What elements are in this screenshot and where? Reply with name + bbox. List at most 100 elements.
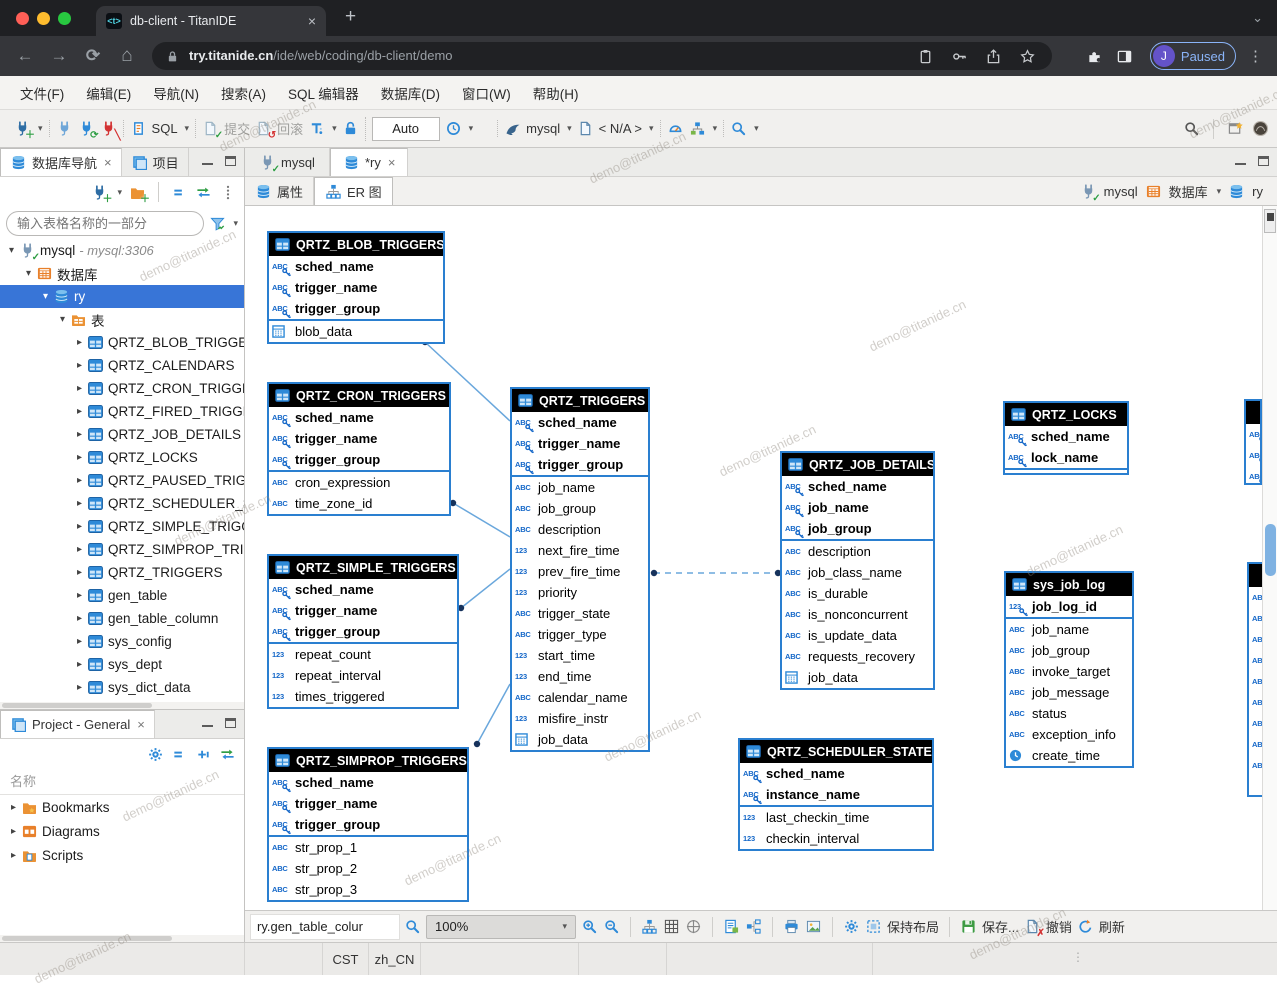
menu-item-3[interactable]: 搜索(A) (211, 79, 276, 107)
project-item-Bookmarks[interactable]: ▸Bookmarks (0, 795, 244, 819)
er-table-header[interactable]: QRTZ_SIMPROP_TRIGGERS (269, 749, 467, 772)
er-column-row[interactable]: ABCjob_class_name (782, 562, 933, 583)
tab-list-chevron-icon[interactable]: ⌄ (1252, 10, 1263, 26)
expander-icon[interactable]: ▾ (38, 291, 53, 302)
connect-icon[interactable] (56, 120, 73, 137)
reload-icon[interactable]: ⟳ (78, 46, 108, 66)
tree-item-gen_table_column[interactable]: ▸gen_table_column (0, 607, 244, 630)
project-name-column-header[interactable]: 名称 (0, 769, 244, 795)
address-bar[interactable]: try.titanide.cn/ide/web/coding/db-client… (152, 42, 1052, 70)
tree-item-QRTZ_SIMPLE_TRIGGERS[interactable]: ▸QRTZ_SIMPLE_TRIGGERS (0, 515, 244, 538)
expander-icon[interactable]: ▾ (55, 314, 70, 325)
perspective-icon[interactable] (1227, 120, 1244, 137)
clipboard-icon[interactable] (912, 48, 938, 65)
er-column-row[interactable]: ABCsched_name (269, 772, 467, 793)
er-column-row[interactable]: ABCsched_name (1005, 426, 1127, 447)
user-globe-icon[interactable] (1252, 120, 1269, 137)
tree-item-gen_table[interactable]: ▸gen_table (0, 584, 244, 607)
expand-icon[interactable] (195, 746, 212, 763)
active-connection-label[interactable]: mysql (526, 121, 560, 136)
maximize-panel-icon[interactable] (225, 156, 236, 166)
history-clock-icon[interactable] (445, 120, 462, 137)
tree-item-QRTZ_CALENDARS[interactable]: ▸QRTZ_CALENDARS (0, 354, 244, 377)
project-hscrollbar[interactable] (0, 935, 244, 942)
er-column-row[interactable]: 123misfire_instr (512, 708, 648, 729)
view-menu-dots-icon[interactable] (219, 184, 236, 201)
er-column-row[interactable]: ABCjob_group (512, 498, 648, 519)
close-icon[interactable]: × (104, 155, 112, 170)
sql-editor-dropdown[interactable]: ▾ (185, 123, 190, 134)
tree-item-表[interactable]: ▾表 (0, 308, 244, 331)
expander-icon[interactable]: ▸ (6, 826, 21, 837)
reconnect-icon[interactable]: ⟳ (78, 120, 95, 137)
er-table-header[interactable]: QRTZ_SIMPLE_TRIGGERS (269, 556, 457, 579)
er-column-row[interactable]: ABCtrigger_group (512, 454, 648, 475)
er-table-header[interactable]: QRTZ_CRON_TRIGGERS (269, 384, 449, 407)
commit-label[interactable]: 提交 (224, 119, 250, 138)
er-column-row[interactable]: ABCinstance_name (740, 784, 932, 805)
menu-item-4[interactable]: SQL 编辑器 (278, 79, 369, 107)
extensions-puzzle-icon[interactable] (1082, 48, 1108, 65)
new-connection-dropdown[interactable]: ▾ (38, 123, 43, 134)
er-column-row[interactable]: ABCstr_prop_1 (269, 837, 467, 858)
er-column-row[interactable]: ABCtrigger_group (269, 449, 449, 470)
er-column-row[interactable]: ABCtrigger_name (269, 600, 457, 621)
browser-menu-kebab-icon[interactable]: ⋮ (1248, 47, 1263, 65)
er-column-row[interactable]: ABCsched_name (269, 407, 449, 428)
print-diagram-icon[interactable] (783, 918, 800, 935)
close-icon[interactable]: × (388, 155, 396, 170)
selection-mode-icon[interactable] (865, 918, 882, 935)
browser-tab[interactable]: <t> db-client - TitanIDE × (96, 6, 326, 36)
export-image-icon[interactable] (805, 918, 822, 935)
er-table-header[interactable]: QRTZ_SCHEDULER_STATE (740, 740, 932, 763)
er-column-row[interactable]: ABCcron_expression (269, 472, 449, 493)
status-locale[interactable]: zh_CN (369, 943, 421, 975)
er-column-row[interactable]: 123start_time (512, 645, 648, 666)
er-table-QRTZ_SIMPLE_TRIGGERS[interactable]: QRTZ_SIMPLE_TRIGGERSABCsched_nameABCtrig… (267, 554, 459, 709)
er-column-row[interactable]: 123repeat_interval (269, 665, 457, 686)
refresh-icon[interactable] (1077, 918, 1094, 935)
expander-icon[interactable]: ▸ (72, 452, 87, 463)
tree-item-sys_dept[interactable]: ▸sys_dept (0, 653, 244, 676)
collapse-all-icon[interactable] (171, 184, 188, 201)
schema-doc-icon[interactable] (577, 120, 594, 137)
close-icon[interactable]: × (137, 717, 145, 732)
expander-icon[interactable]: ▾ (21, 268, 36, 279)
er-column-row[interactable]: ABCdescription (782, 541, 933, 562)
breadcrumb-database[interactable]: 数据库 (1169, 182, 1208, 201)
er-column-row[interactable]: 123repeat_count (269, 644, 457, 665)
er-column-row[interactable]: ABCtrigger_name (269, 428, 449, 449)
auto-layout-icon[interactable] (641, 918, 658, 935)
navigator-hscrollbar[interactable] (0, 702, 244, 709)
er-column-row[interactable]: ABCtrigger_name (269, 277, 443, 298)
er-column-row[interactable]: ABCtime_zone_id (269, 493, 449, 514)
er-table-header[interactable]: QRTZ_TRIGGERS (512, 389, 648, 412)
diagram-settings-gear-icon[interactable] (843, 918, 860, 935)
dashboard-gauge-icon[interactable] (667, 120, 684, 137)
expander-icon[interactable]: ▸ (6, 802, 21, 813)
menu-item-5[interactable]: 数据库(D) (371, 79, 450, 107)
toggle-grid-icon[interactable] (663, 918, 680, 935)
mysql-dolphin-icon[interactable] (504, 120, 521, 137)
tree-item-sys_config[interactable]: ▸sys_config (0, 630, 244, 653)
expander-icon[interactable]: ▸ (72, 383, 87, 394)
new-folder-icon[interactable]: ＋ (129, 184, 146, 201)
schema-label[interactable]: < N/A > (599, 121, 642, 136)
expander-icon[interactable]: ▸ (72, 567, 87, 578)
sql-editor-icon[interactable] (130, 120, 147, 137)
project-settings-gear-icon[interactable] (147, 746, 164, 763)
er-column-row[interactable]: ABCjob_group (782, 518, 933, 539)
er-table-QRTZ_SCHEDULER_STATE[interactable]: QRTZ_SCHEDULER_STATEABCsched_nameABCinst… (738, 738, 934, 851)
er-table-clipped-0[interactable]: ABCABCABC (1244, 399, 1262, 485)
close-window-button[interactable] (16, 12, 29, 25)
er-column-row[interactable]: ABCsched_name (269, 256, 443, 277)
er-column-row[interactable]: ABCjob_name (512, 477, 648, 498)
tasks-dropdown[interactable]: ▾ (713, 123, 718, 134)
lock-icon[interactable] (342, 120, 359, 137)
er-column-row[interactable]: ABCis_update_data (782, 625, 933, 646)
keep-layout-label[interactable]: 保持布局 (887, 917, 939, 936)
er-column-row[interactable]: ABCexception_info (1006, 724, 1132, 745)
er-column-row[interactable]: ABCsched_name (740, 763, 932, 784)
minimize-editor-icon[interactable] (1235, 157, 1246, 165)
global-search-icon[interactable] (1183, 120, 1200, 137)
